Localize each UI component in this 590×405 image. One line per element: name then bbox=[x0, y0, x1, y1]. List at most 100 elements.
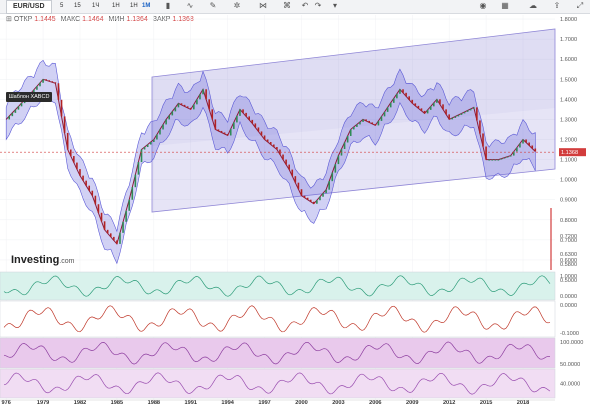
candle bbox=[371, 122, 374, 124]
indicator-tick-label: -0.1000 bbox=[560, 331, 579, 337]
candle bbox=[186, 106, 189, 108]
chart-canvas[interactable]: 1.8000 1.7000 1.6000 1.5000 1.4000 1.3000 1.20… bbox=[0, 0, 590, 405]
candle bbox=[257, 127, 260, 132]
logo-suffix: .com bbox=[59, 258, 75, 265]
price-tick-label: 0.6300 bbox=[560, 252, 577, 258]
time-tick-label: 1985 bbox=[111, 400, 123, 405]
candle bbox=[273, 144, 275, 148]
candle bbox=[223, 132, 226, 134]
indicator-tick-label: 1.0000 bbox=[560, 274, 577, 280]
price-tick-label: 0.5800 bbox=[560, 262, 577, 268]
indicator-panel[interactable] bbox=[0, 300, 556, 338]
candle bbox=[51, 81, 54, 83]
candle bbox=[149, 141, 152, 145]
candle bbox=[457, 114, 460, 117]
candle bbox=[368, 120, 370, 123]
candle bbox=[100, 212, 103, 222]
candle bbox=[396, 93, 398, 99]
candle bbox=[82, 175, 84, 181]
candle bbox=[229, 128, 232, 136]
time-axis[interactable]: 976 1979 1982 1985 1988 1991 1994 1997 2000 2003 2… bbox=[1, 400, 529, 405]
time-tick-label: 1979 bbox=[37, 400, 49, 405]
candle bbox=[39, 82, 41, 87]
price-tick-label: 0.8000 bbox=[560, 218, 577, 224]
candle bbox=[202, 89, 204, 95]
candle bbox=[343, 142, 346, 150]
candle bbox=[276, 147, 278, 150]
candle bbox=[423, 110, 426, 114]
candle bbox=[349, 129, 352, 136]
time-tick-label: 2006 bbox=[369, 400, 381, 405]
candle bbox=[362, 119, 364, 122]
candle bbox=[497, 159, 500, 161]
candle bbox=[337, 155, 340, 165]
candle bbox=[66, 132, 69, 150]
indicator-panel[interactable] bbox=[0, 271, 556, 301]
price-tick-label: 1.7000 bbox=[560, 37, 577, 43]
candle bbox=[254, 123, 257, 128]
candle bbox=[494, 159, 497, 161]
candle bbox=[316, 200, 318, 204]
candle bbox=[217, 129, 220, 131]
price-tick-label: 1.0000 bbox=[560, 178, 577, 184]
candle bbox=[463, 111, 466, 114]
price-tick-label: 1.2000 bbox=[560, 137, 577, 143]
candle bbox=[313, 201, 315, 204]
candle bbox=[8, 116, 11, 120]
candle bbox=[509, 155, 512, 157]
candle bbox=[482, 133, 484, 147]
candle bbox=[476, 107, 478, 121]
candle bbox=[109, 233, 112, 237]
candle bbox=[54, 82, 57, 84]
candle bbox=[429, 106, 432, 110]
candle bbox=[88, 185, 91, 191]
candle bbox=[211, 109, 214, 120]
indicator-tick-label: 50.0000 bbox=[560, 362, 580, 368]
investing-logo: Investing.com bbox=[11, 254, 74, 266]
candle bbox=[128, 199, 131, 211]
candle bbox=[294, 176, 297, 183]
candle bbox=[528, 142, 530, 146]
candle bbox=[189, 107, 192, 110]
candle bbox=[248, 116, 250, 120]
time-tick-label: 1991 bbox=[185, 400, 197, 405]
logo-main: Investing bbox=[11, 254, 60, 266]
time-tick-label: 1982 bbox=[74, 400, 86, 405]
indicator-tick-label: 0.0000 bbox=[560, 294, 577, 300]
candle bbox=[322, 193, 324, 197]
candle bbox=[208, 99, 211, 110]
candle bbox=[159, 129, 161, 135]
candle bbox=[460, 113, 463, 115]
candle bbox=[300, 189, 303, 196]
candle bbox=[432, 102, 435, 107]
time-tick-label: 2000 bbox=[295, 400, 307, 405]
candle bbox=[153, 139, 155, 142]
time-tick-label: 1997 bbox=[258, 400, 270, 405]
candle bbox=[297, 182, 300, 190]
candle bbox=[534, 148, 537, 152]
candle bbox=[91, 190, 94, 196]
candle bbox=[76, 162, 78, 170]
candle bbox=[426, 109, 429, 114]
candle bbox=[531, 145, 534, 149]
time-tick-label: 2012 bbox=[443, 400, 455, 405]
candle bbox=[214, 119, 217, 130]
candle bbox=[60, 99, 63, 117]
candle bbox=[405, 92, 407, 97]
candle bbox=[356, 124, 358, 127]
candle bbox=[36, 86, 38, 90]
candle bbox=[205, 89, 207, 100]
candle bbox=[116, 240, 118, 244]
candle bbox=[392, 98, 395, 103]
candle bbox=[328, 181, 330, 190]
candle bbox=[389, 102, 392, 108]
candle bbox=[79, 169, 81, 176]
candle bbox=[122, 221, 124, 233]
candle bbox=[516, 147, 518, 152]
candle bbox=[180, 103, 183, 105]
candle bbox=[183, 104, 186, 107]
candle bbox=[414, 103, 417, 106]
candle bbox=[309, 199, 312, 202]
candle bbox=[20, 103, 23, 107]
candle bbox=[469, 108, 472, 111]
